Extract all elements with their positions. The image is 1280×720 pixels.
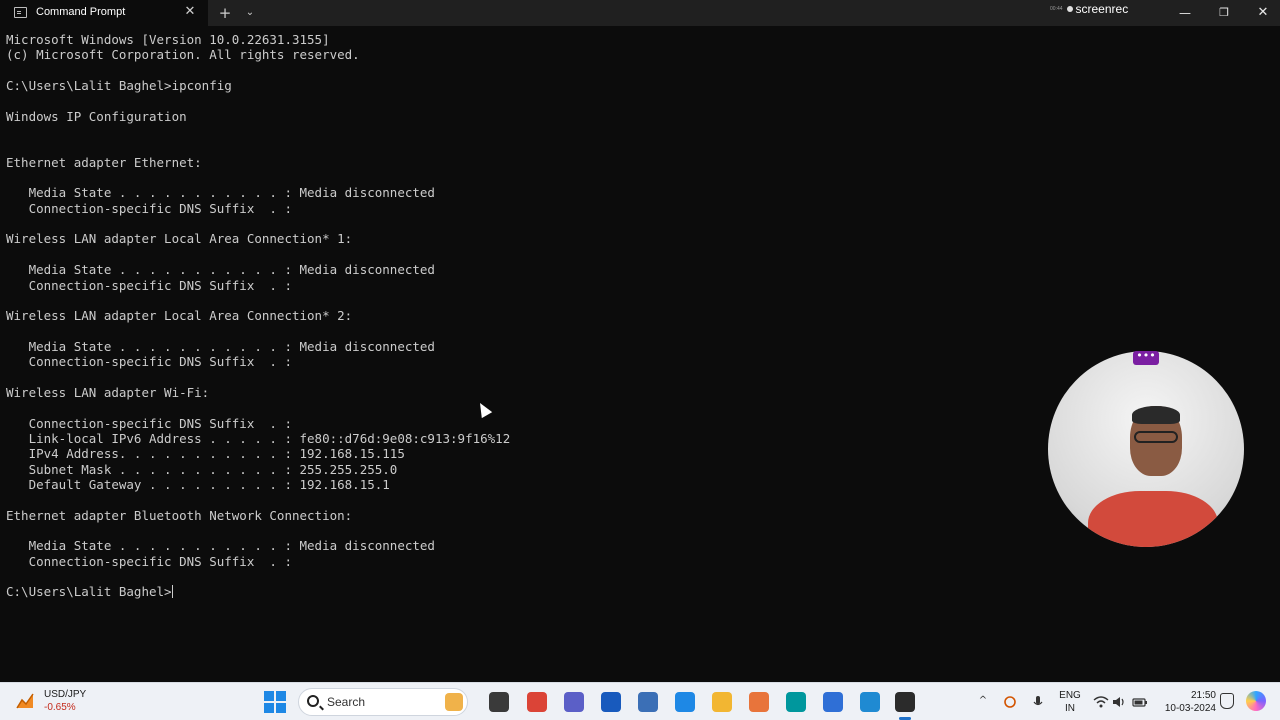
- console-line: Link-local IPv6 Address . . . . . : fe80…: [6, 430, 511, 446]
- console-line: Ethernet adapter Ethernet:: [6, 154, 202, 170]
- notification-icon[interactable]: [1220, 693, 1234, 709]
- microphone-icon[interactable]: [1030, 694, 1046, 708]
- console-line: Wireless LAN adapter Local Area Connecti…: [6, 308, 353, 324]
- clock-date: 10-03-2024: [1164, 703, 1216, 714]
- clock[interactable]: 21:50 10-03-2024: [1156, 689, 1216, 715]
- lang-line2: IN: [1065, 703, 1075, 714]
- terminal-icon: [14, 7, 27, 18]
- console-line: Wireless LAN adapter Wi-Fi:: [6, 384, 210, 400]
- windows-logo-tile: [264, 703, 274, 713]
- copilot-icon[interactable]: [1246, 691, 1266, 711]
- word-icon[interactable]: [601, 692, 621, 712]
- terminal-icon[interactable]: [895, 692, 915, 720]
- search-icon: [307, 695, 319, 707]
- tab-command-prompt[interactable]: Command Prompt ✕: [0, 0, 208, 26]
- person-hair: [1132, 406, 1180, 424]
- console-line: Subnet Mask . . . . . . . . . . . : 255.…: [6, 461, 398, 477]
- console-line: IPv4 Address. . . . . . . . . . . : 192.…: [6, 446, 405, 462]
- console-output[interactable]: Microsoft Windows [Version 10.0.22631.31…: [6, 32, 1046, 672]
- console-line: Microsoft Windows [Version 10.0.22631.31…: [6, 32, 330, 47]
- console-line: Default Gateway . . . . . . . . . : 192.…: [6, 476, 390, 492]
- console-prompt-line[interactable]: C:\Users\Lalit Baghel>: [6, 584, 1046, 599]
- console-line: Connection-specific DNS Suffix . :: [6, 277, 292, 293]
- windows-logo-tile: [276, 691, 286, 701]
- widget-symbol: USD/JPY: [44, 689, 87, 700]
- teams-icon[interactable]: [564, 692, 584, 712]
- task-view-icon[interactable]: [489, 692, 509, 712]
- search-highlight-icon: [445, 693, 463, 711]
- taskbar: USD/JPY -0.65% Search ^ ENG IN 21:50 10-…: [0, 682, 1280, 720]
- battery-icon[interactable]: [1132, 694, 1148, 708]
- record-dot-icon: [1066, 6, 1073, 12]
- maximize-button[interactable]: ❐: [1214, 3, 1234, 23]
- search-label: Search: [327, 695, 366, 709]
- person-glasses: [1134, 431, 1178, 443]
- title-bar: Command Prompt ✕ + ⌄ 00:44 screenrec — ❐…: [0, 0, 1280, 26]
- file-explorer-icon[interactable]: [712, 692, 732, 712]
- console-line: (c) Microsoft Corporation. All rights re…: [6, 47, 360, 63]
- text-caret: [171, 585, 173, 599]
- new-tab-button[interactable]: +: [218, 3, 232, 23]
- windows-logo-tile: [264, 691, 274, 701]
- taskbar-search[interactable]: Search: [298, 688, 468, 716]
- tray-overflow-button[interactable]: ^: [977, 694, 989, 708]
- console-line: Connection-specific DNS Suffix . :: [6, 354, 292, 370]
- lang-line1: ENG: [1059, 690, 1081, 701]
- tab-close-button[interactable]: ✕: [184, 5, 196, 19]
- webcam-overlay: [1048, 351, 1244, 547]
- app-icon-1[interactable]: [638, 692, 658, 712]
- console-line: Windows IP Configuration: [6, 108, 187, 124]
- volume-icon[interactable]: [1111, 694, 1127, 708]
- console-line: Media State . . . . . . . . . . . : Medi…: [6, 185, 435, 201]
- windows-logo-tile: [276, 703, 286, 713]
- chrome-icon[interactable]: [527, 692, 547, 712]
- console-line: Media State . . . . . . . . . . . : Medi…: [6, 338, 435, 354]
- language-indicator[interactable]: ENG IN: [1056, 689, 1084, 715]
- minimize-button[interactable]: —: [1175, 3, 1195, 23]
- console-line: Connection-specific DNS Suffix . :: [6, 200, 292, 216]
- clock-time: 21:50: [1190, 690, 1216, 701]
- widget-change: -0.65%: [44, 702, 76, 713]
- app-icon-3[interactable]: [749, 692, 769, 712]
- console-line: Media State . . . . . . . . . . . : Medi…: [6, 262, 435, 278]
- close-window-button[interactable]: ✕: [1253, 3, 1273, 23]
- wifi-icon[interactable]: [1093, 694, 1109, 708]
- webcam-menu-button[interactable]: •••: [1133, 350, 1159, 365]
- arduino-icon[interactable]: [786, 692, 806, 712]
- console-line: Connection-specific DNS Suffix . :: [6, 415, 292, 431]
- start-button[interactable]: [264, 691, 286, 713]
- console-line: Connection-specific DNS Suffix . :: [6, 553, 292, 569]
- console-line: Media State . . . . . . . . . . . : Medi…: [6, 538, 435, 554]
- screenrec-brand: screenrec: [1075, 2, 1129, 16]
- tab-title: Command Prompt: [36, 6, 126, 18]
- sync-icon[interactable]: [1002, 694, 1018, 708]
- screenrec-indicator: 00:44 screenrec: [1050, 2, 1128, 16]
- chart-icon: [16, 693, 34, 709]
- console-line: Wireless LAN adapter Local Area Connecti…: [6, 231, 353, 247]
- console-prompt: C:\Users\Lalit Baghel>: [6, 584, 172, 600]
- console-line: C:\Users\Lalit Baghel>ipconfig: [6, 78, 232, 94]
- screenrec-time: 00:44: [1050, 6, 1063, 12]
- app-icon-2[interactable]: [675, 692, 695, 712]
- vscode-icon[interactable]: [860, 692, 880, 712]
- console-line: Ethernet adapter Bluetooth Network Conne…: [6, 507, 353, 523]
- person-body: [1088, 491, 1218, 547]
- tab-dropdown-button[interactable]: ⌄: [243, 3, 257, 23]
- app-icon-4[interactable]: [823, 692, 843, 712]
- currency-widget[interactable]: USD/JPY -0.65%: [14, 688, 86, 714]
